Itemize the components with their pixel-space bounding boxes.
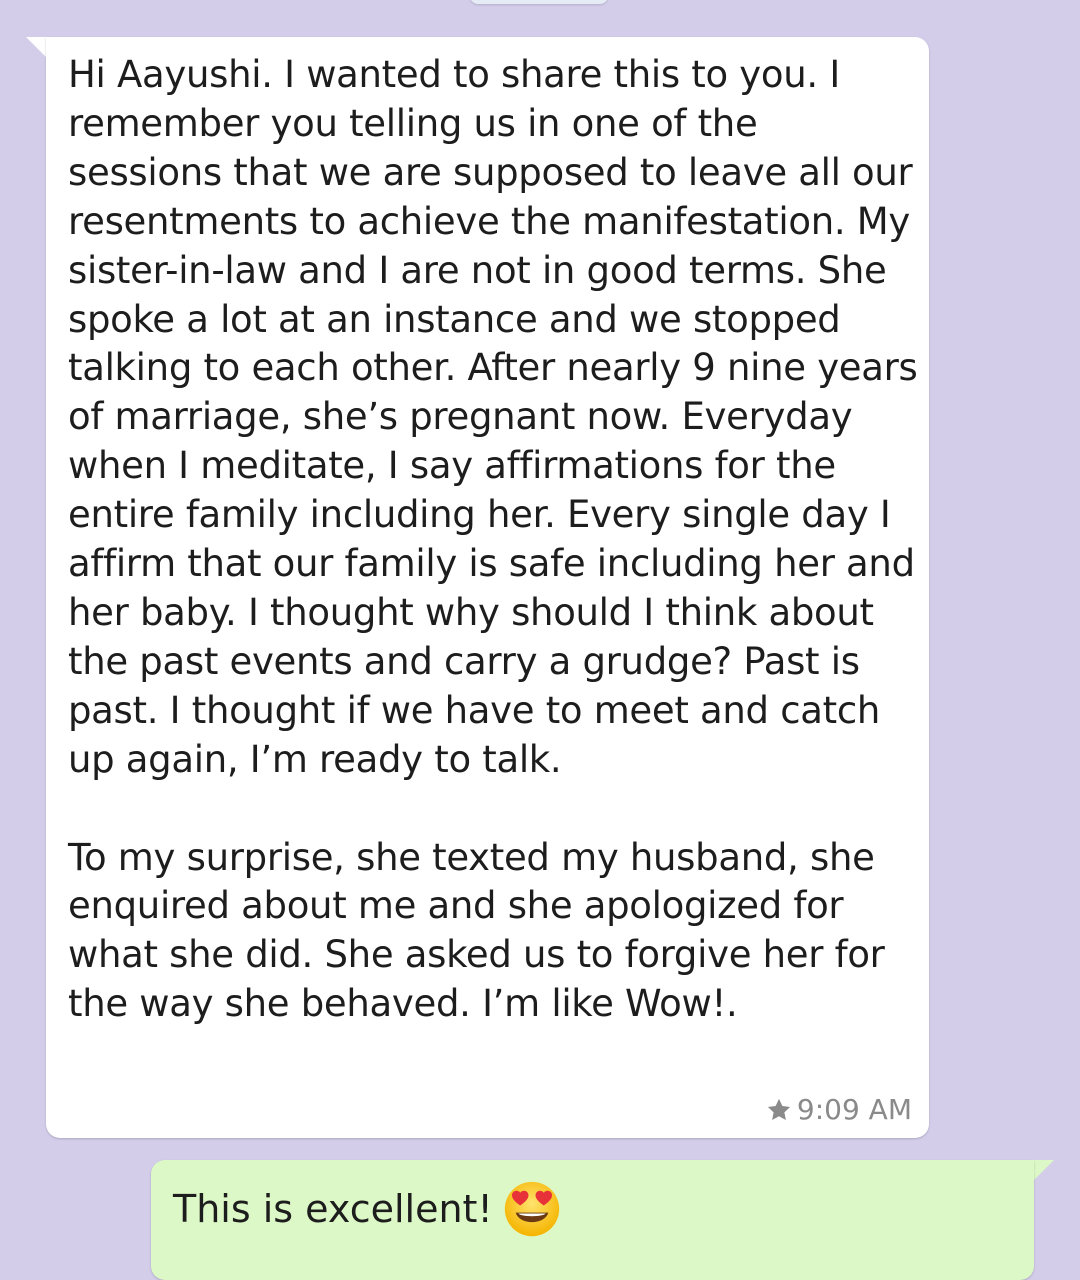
message-meta: 9:09 AM	[765, 1093, 912, 1126]
outgoing-message-text: This is excellent!	[173, 1187, 493, 1231]
incoming-bubble-tail	[26, 37, 48, 59]
date-divider-pill	[470, 0, 608, 4]
heart-eyes-emoji-icon	[504, 1181, 559, 1237]
outgoing-message-content: This is excellent!	[173, 1180, 561, 1238]
outgoing-message-bubble[interactable]: This is excellent!	[151, 1160, 1034, 1280]
incoming-message-bubble[interactable]: Hi Aayushi. I wanted to share this to yo…	[46, 37, 929, 1138]
message-timestamp: 9:09 AM	[796, 1093, 912, 1126]
incoming-message-text: Hi Aayushi. I wanted to share this to yo…	[68, 53, 918, 1026]
star-icon	[767, 1098, 790, 1120]
outgoing-bubble-tail	[1032, 1160, 1054, 1182]
